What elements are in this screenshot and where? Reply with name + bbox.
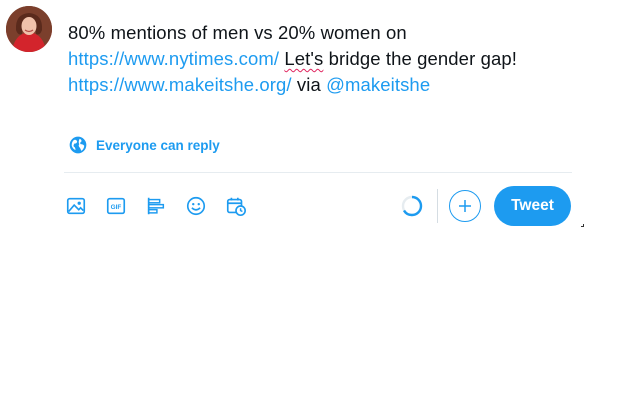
add-tweet-button[interactable] [449, 190, 481, 222]
resize-corner [581, 224, 584, 227]
tweet-composer: 80% mentions of men vs 20% women on http… [0, 0, 640, 400]
tweet-text-input[interactable]: 80% mentions of men vs 20% women on http… [68, 20, 588, 98]
toolbar-separator [437, 189, 438, 223]
tweet-text-via: via [291, 74, 327, 95]
emoji-button[interactable] [180, 190, 212, 222]
avatar[interactable] [6, 6, 52, 52]
gif-icon-text: GIF [111, 204, 122, 211]
reply-setting-button[interactable]: Everyone can reply [68, 135, 220, 155]
avatar-image [6, 6, 52, 52]
emoji-icon [186, 196, 206, 216]
tweet-link-makeitshe[interactable]: https://www.makeitshe.org/ [68, 74, 292, 95]
character-count-ring-icon [401, 195, 423, 217]
divider [64, 172, 572, 173]
tweet-misspelled-word[interactable]: Let's [284, 48, 323, 69]
tweet-text-part2: bridge the gender gap! [323, 48, 517, 69]
poll-icon [147, 197, 165, 215]
gif-icon: GIF [106, 197, 126, 215]
tweet-button[interactable]: Tweet [494, 186, 571, 226]
schedule-button[interactable] [220, 190, 252, 222]
schedule-icon [226, 197, 246, 216]
poll-button[interactable] [140, 190, 172, 222]
tweet-text-part1: 80% mentions of men vs 20% women on [68, 22, 407, 43]
composer-toolbar: GIF [60, 190, 260, 222]
reply-setting-label: Everyone can reply [96, 137, 220, 153]
globe-icon [69, 136, 87, 154]
plus-icon [459, 200, 471, 212]
tweet-link-nytimes[interactable]: https://www.nytimes.com/ [68, 48, 279, 69]
media-button[interactable] [60, 190, 92, 222]
tweet-mention[interactable]: @makeitshe [326, 74, 430, 95]
image-icon [66, 197, 86, 215]
gif-button[interactable]: GIF [100, 190, 132, 222]
